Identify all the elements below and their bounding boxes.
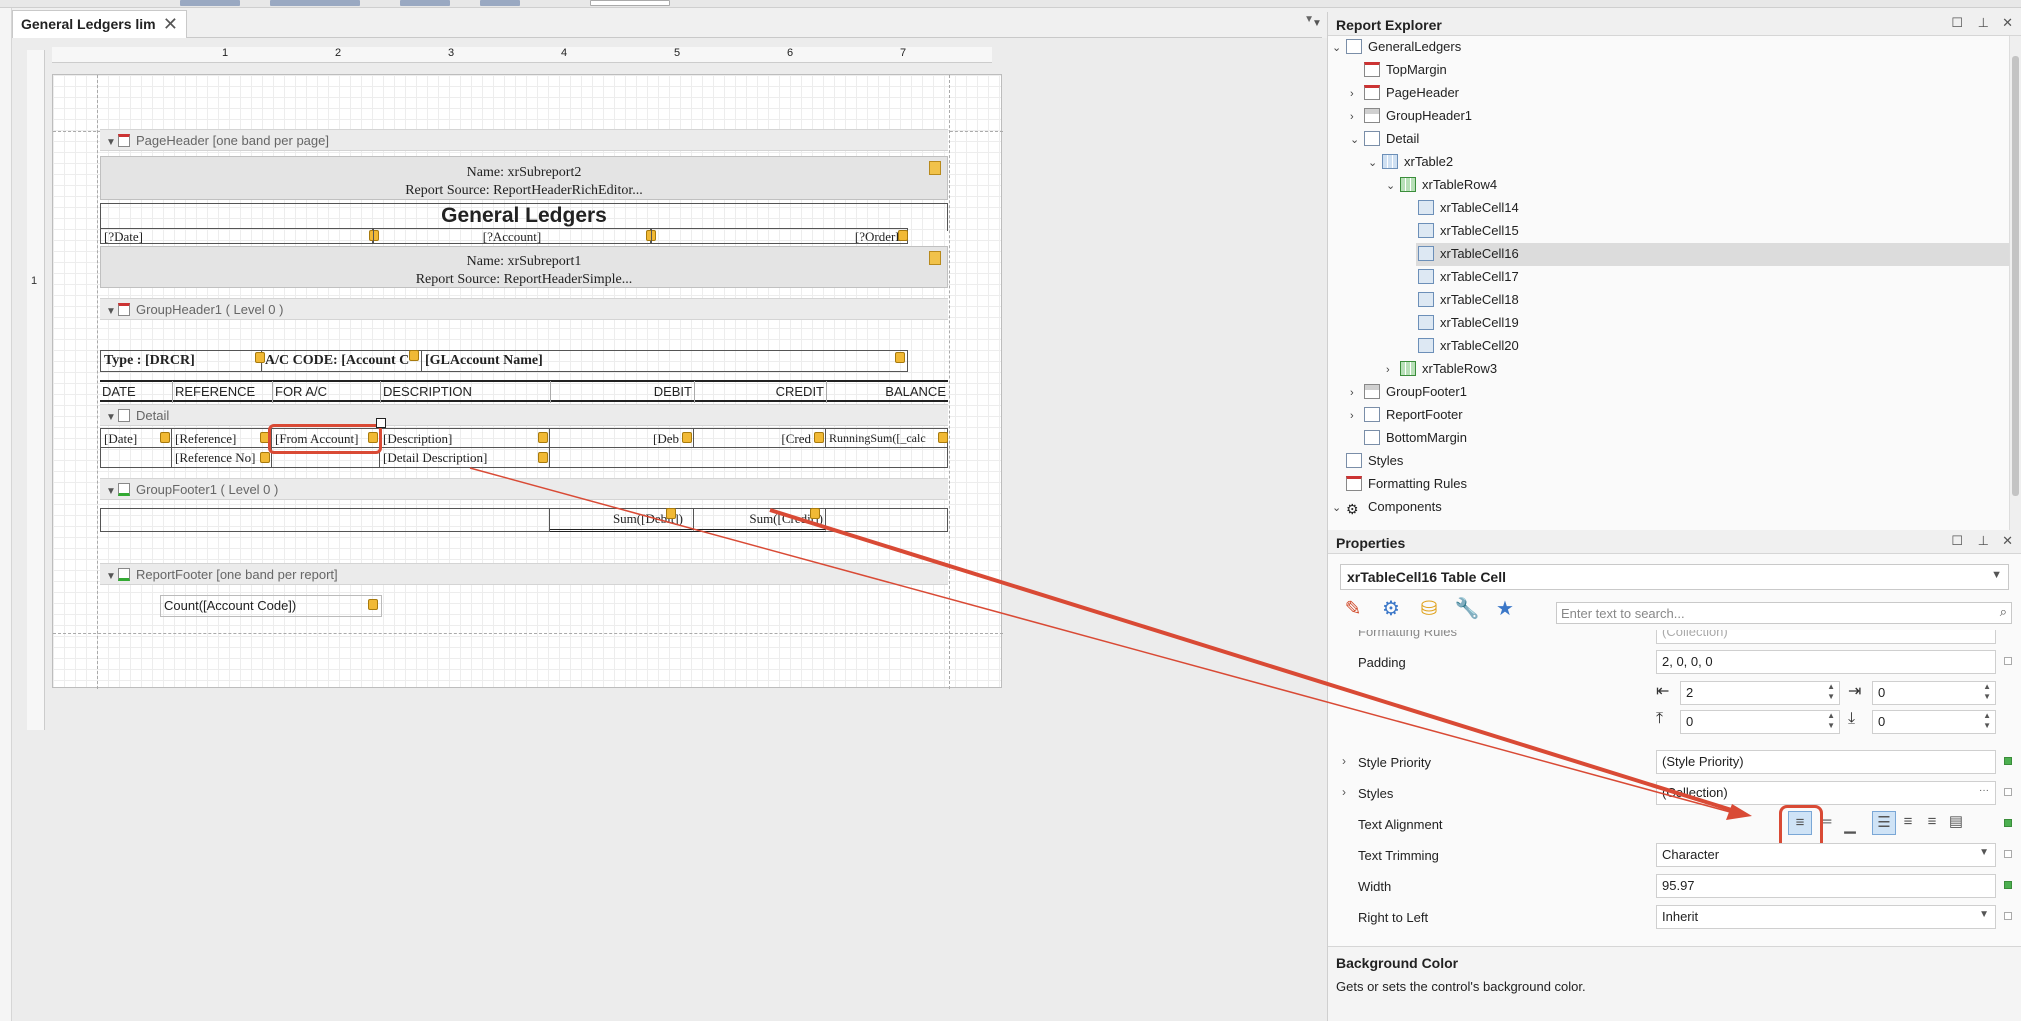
report-designer-window: General Ledgers lim ✕ ▼ 1 2 3 4 5 6 7 1 … (0, 0, 2021, 1021)
annotation-arrow-thin (469, 467, 1731, 813)
annotation-arrow-head (1726, 804, 1752, 820)
annotation-arrow (469, 467, 1752, 820)
annotation-arrow-thick (769, 508, 1739, 814)
